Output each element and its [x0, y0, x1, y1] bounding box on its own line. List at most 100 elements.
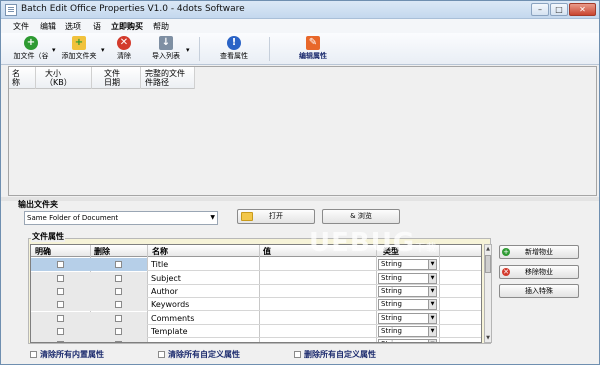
import-dropdown-icon[interactable]: ▾: [186, 46, 190, 54]
clear-custom-option[interactable]: 清除所有自定义属性: [158, 349, 240, 360]
maximize-button[interactable]: □: [550, 3, 568, 16]
delete-custom-option[interactable]: 删除所有自定义属性: [294, 349, 376, 360]
window-title: Batch Edit Office Properties V1.0 - 4dot…: [21, 4, 245, 14]
add-property-button[interactable]: + 新增物业: [499, 245, 579, 259]
edit-properties-button[interactable]: ✎ 编辑属性: [295, 36, 331, 63]
browse-button[interactable]: & 浏览: [322, 209, 400, 224]
add-file-dropdown-icon[interactable]: ▾: [52, 46, 56, 54]
explicit-checkbox[interactable]: [57, 341, 64, 342]
open-button[interactable]: 打开: [237, 209, 315, 224]
explicit-cell: [31, 258, 90, 271]
column-name[interactable]: 名 称: [12, 69, 20, 87]
toolbar-separator: [199, 37, 200, 61]
properties-grid[interactable]: 明确 删除 名称 值 类型 Title String ▼ Subject Stri…: [30, 244, 482, 343]
toolbar: + 加文件（谷 ▾ + 添加文件夹 ▾ ✕ 清除 ↓ 导入列表 ▾ ! 查看属性…: [1, 33, 599, 65]
splitter[interactable]: [1, 197, 599, 201]
delete-cell: [90, 312, 147, 325]
property-type-select[interactable]: String ▼: [378, 259, 437, 270]
property-type-select[interactable]: String ▼: [378, 286, 437, 297]
menu-help[interactable]: 帮助: [153, 21, 169, 32]
delete-checkbox[interactable]: [115, 328, 122, 335]
column-delete[interactable]: 删除: [94, 246, 110, 257]
property-row[interactable]: Subject String ▼: [31, 272, 481, 285]
explicit-checkbox[interactable]: [57, 328, 64, 335]
watermark: UEBUG下载: [309, 228, 437, 258]
add-folder-label: 添加文件夹: [61, 52, 97, 60]
menu-edit[interactable]: 编辑: [40, 21, 56, 32]
chevron-down-icon: ▼: [428, 327, 436, 336]
property-type-select[interactable]: String ▼: [378, 273, 437, 284]
property-row[interactable]: Keywords String ▼: [31, 298, 481, 311]
menu-file[interactable]: 文件: [13, 21, 29, 32]
delete-checkbox[interactable]: [115, 341, 122, 342]
properties-scrollbar[interactable]: ▲ ▼: [484, 244, 492, 343]
clear-button[interactable]: ✕ 清除: [111, 36, 137, 63]
property-row[interactable]: Comments String ▼: [31, 312, 481, 325]
scroll-down-icon[interactable]: ▼: [485, 334, 491, 342]
delete-custom-checkbox[interactable]: [294, 351, 301, 358]
column-path[interactable]: 完整的文件 件路径: [145, 69, 185, 87]
property-type-select[interactable]: String ▼: [378, 313, 437, 324]
property-row[interactable]: Author String ▼: [31, 285, 481, 298]
import-list-button[interactable]: ↓ 导入列表: [149, 36, 183, 63]
property-type-select[interactable]: String ▼: [378, 339, 437, 342]
property-type-value: String: [381, 260, 402, 268]
output-folder-value: Same Folder of Document: [27, 214, 119, 222]
explicit-checkbox[interactable]: [57, 315, 64, 322]
minimize-button[interactable]: –: [531, 3, 549, 16]
delete-checkbox[interactable]: [115, 315, 122, 322]
property-type-select[interactable]: String ▼: [378, 326, 437, 337]
file-list[interactable]: 名 称 大小 （KB） 文件 日期 完整的文件 件路径: [8, 66, 597, 196]
delete-checkbox[interactable]: [115, 301, 122, 308]
property-row[interactable]: Template String ▼: [31, 325, 481, 338]
column-size[interactable]: 大小 （KB）: [45, 69, 72, 87]
import-icon: ↓: [159, 36, 173, 50]
file-properties-label: 文件属性: [31, 231, 65, 242]
column-explicit[interactable]: 明确: [35, 246, 51, 257]
watermark-text: UEBUG: [309, 228, 416, 258]
explicit-checkbox[interactable]: [57, 261, 64, 268]
property-name: Subject: [151, 274, 181, 283]
insert-special-button[interactable]: 插入特殊: [499, 284, 579, 298]
open-button-label: 打开: [269, 212, 283, 220]
scroll-thumb[interactable]: [485, 255, 491, 273]
column-property-name[interactable]: 名称: [152, 246, 168, 257]
property-type-select[interactable]: String ▼: [378, 299, 437, 310]
scroll-up-icon[interactable]: ▲: [485, 245, 491, 253]
add-folder-button[interactable]: + 添加文件夹: [59, 36, 99, 63]
close-button[interactable]: ✕: [569, 3, 596, 16]
output-folder-select[interactable]: Same Folder of Document ▼: [24, 211, 218, 225]
explicit-checkbox[interactable]: [57, 275, 64, 282]
clear-label: 清除: [117, 52, 131, 60]
explicit-cell: [31, 338, 90, 342]
clear-builtin-option[interactable]: 清除所有内置属性: [30, 349, 104, 360]
add-icon: +: [502, 248, 510, 256]
view-properties-button[interactable]: ! 查看属性: [217, 36, 251, 63]
add-file-button[interactable]: + 加文件（谷: [11, 36, 51, 63]
add-folder-dropdown-icon[interactable]: ▾: [101, 46, 105, 54]
watermark-suffix: 下载: [415, 243, 438, 254]
column-date[interactable]: 文件 日期: [104, 69, 120, 87]
menu-language[interactable]: 语: [93, 21, 101, 32]
clear-builtin-checkbox[interactable]: [30, 351, 37, 358]
explicit-checkbox[interactable]: [57, 301, 64, 308]
explicit-checkbox[interactable]: [57, 288, 64, 295]
remove-icon: ✕: [502, 268, 510, 276]
property-row[interactable]: String ▼: [31, 338, 481, 342]
delete-checkbox[interactable]: [115, 288, 122, 295]
column-divider: [140, 67, 141, 89]
menu-buy-now[interactable]: 立即购买: [111, 21, 143, 32]
remove-property-button[interactable]: ✕ 移除物业: [499, 265, 579, 279]
folder-icon: [241, 212, 253, 221]
delete-cell: [90, 338, 147, 342]
explicit-cell: [31, 272, 90, 285]
menu-options[interactable]: 选项: [65, 21, 81, 32]
chevron-down-icon: ▼: [428, 274, 436, 283]
property-row[interactable]: Title String ▼: [31, 258, 481, 271]
column-value[interactable]: 值: [263, 246, 271, 257]
delete-checkbox[interactable]: [115, 275, 122, 282]
edit-properties-label: 编辑属性: [299, 52, 327, 60]
delete-checkbox[interactable]: [115, 261, 122, 268]
delete-cell: [90, 325, 147, 338]
clear-custom-checkbox[interactable]: [158, 351, 165, 358]
